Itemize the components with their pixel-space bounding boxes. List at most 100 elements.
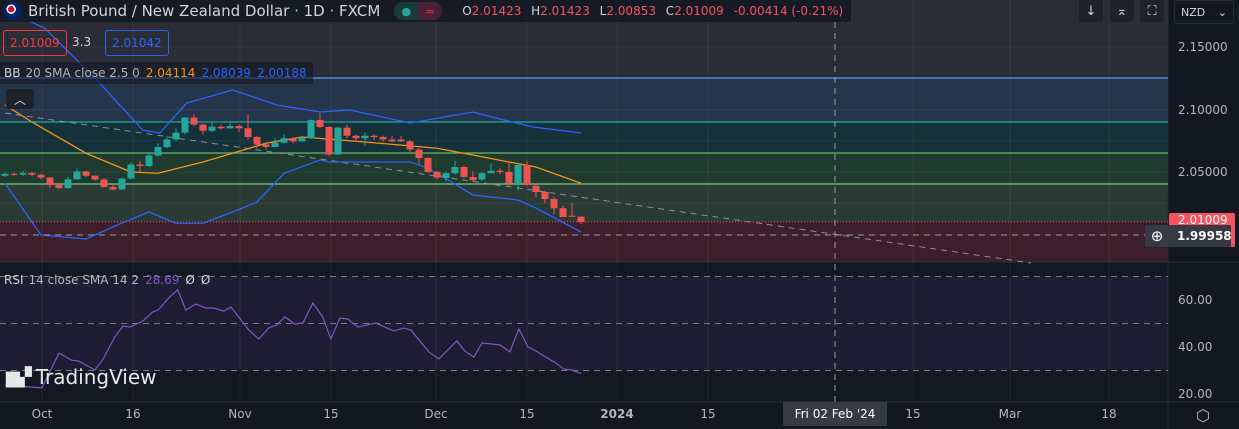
bb-params: 20 SMA close 2.5 0 bbox=[25, 66, 140, 80]
candle-body bbox=[388, 139, 396, 142]
collapse-icon[interactable]: ⌅ bbox=[1109, 0, 1135, 23]
time-tick: 18 bbox=[1101, 407, 1117, 421]
close-value: 2.01009 bbox=[674, 4, 724, 18]
crosshair-date-label: Fri 02 Feb '24 bbox=[783, 402, 887, 426]
open-value: 2.01423 bbox=[471, 4, 522, 18]
candle-body bbox=[298, 138, 306, 142]
high-label: H bbox=[531, 4, 541, 18]
candle bbox=[100, 178, 108, 188]
sell-button[interactable]: 2.01009 bbox=[3, 30, 67, 56]
candle-body bbox=[289, 138, 297, 142]
candle-body bbox=[253, 137, 261, 145]
candle bbox=[325, 125, 333, 156]
candle-body bbox=[505, 172, 513, 184]
time-tick: 15 bbox=[905, 407, 921, 421]
candle-body bbox=[280, 138, 288, 143]
candle bbox=[118, 178, 126, 191]
bb-name: BB bbox=[4, 66, 21, 80]
candle-body bbox=[415, 149, 423, 158]
candle-body bbox=[91, 175, 99, 180]
candle-body bbox=[118, 178, 126, 190]
crosshair-price-label: 1.99958 bbox=[1169, 225, 1232, 247]
candle-body bbox=[100, 179, 108, 187]
price-tick: 2.15000 bbox=[1178, 40, 1228, 54]
rsi-value: 28.69 bbox=[145, 273, 180, 287]
add-alert-plus-icon[interactable]: ⊕ bbox=[1145, 225, 1169, 247]
buy-button[interactable]: 2.01042 bbox=[105, 30, 169, 56]
bb-lower-value: 2.00188 bbox=[257, 66, 307, 80]
rsi-legend[interactable]: RSI 14 close SMA 14 2 28.69 Ø Ø bbox=[0, 271, 216, 289]
candle-body bbox=[442, 173, 450, 178]
candle-body bbox=[487, 170, 495, 174]
candle-body bbox=[82, 171, 90, 176]
candle bbox=[478, 172, 486, 181]
rsi-name: RSI bbox=[4, 273, 24, 287]
status-pill[interactable]: ● ≈ bbox=[394, 2, 443, 20]
candle-body bbox=[316, 120, 324, 127]
candle-body bbox=[136, 164, 144, 166]
bb-basis-value: 2.04114 bbox=[145, 66, 196, 80]
candle-body bbox=[190, 117, 198, 125]
candle bbox=[307, 119, 315, 139]
candle-body bbox=[550, 199, 558, 209]
candle-body bbox=[1, 173, 9, 176]
candle-body bbox=[370, 135, 378, 137]
candle-body bbox=[352, 135, 360, 139]
candle-body bbox=[37, 174, 45, 178]
ohlc-values: O2.01423 H2.01423 L2.00853 C2.01009 -0.0… bbox=[456, 4, 843, 18]
candle-body bbox=[217, 126, 225, 129]
candle-body bbox=[127, 164, 135, 179]
candle-body bbox=[235, 126, 243, 129]
candle-body bbox=[577, 216, 585, 222]
candle-body bbox=[334, 127, 342, 155]
candle-body bbox=[307, 120, 315, 139]
symbol-title[interactable]: British Pound / New Zealand Dollar · 1D … bbox=[28, 2, 380, 20]
candle-body bbox=[10, 173, 18, 175]
candle bbox=[424, 157, 432, 174]
candle-body bbox=[244, 128, 252, 137]
time-tick: 15 bbox=[323, 407, 339, 421]
time-tick: Oct bbox=[31, 407, 53, 421]
time-tick: Dec bbox=[424, 407, 448, 421]
candle-body bbox=[514, 165, 522, 184]
time-tick: Nov bbox=[228, 407, 252, 421]
watermark-text: TradingView bbox=[35, 365, 157, 389]
rsi-tick: 60.00 bbox=[1178, 293, 1213, 307]
rsi-tick: 20.00 bbox=[1178, 387, 1213, 401]
candle bbox=[127, 162, 135, 180]
rsi-params: 14 close SMA 14 2 bbox=[28, 273, 140, 287]
time-tick: 16 bbox=[125, 407, 141, 421]
candle-body bbox=[154, 147, 162, 156]
green-dot-icon: ● bbox=[394, 2, 419, 20]
candle-body bbox=[172, 132, 180, 140]
price-tick: 2.10000 bbox=[1178, 103, 1228, 117]
candle-body bbox=[433, 172, 441, 178]
candle-body bbox=[469, 177, 477, 181]
currency-select[interactable]: NZD ⌄ bbox=[1174, 0, 1234, 24]
candle-body bbox=[46, 177, 54, 186]
candle-body bbox=[262, 144, 270, 147]
candle-body bbox=[55, 185, 63, 188]
collapse-legend-chevron-up-icon[interactable]: ︿ bbox=[6, 89, 34, 109]
price-tick: 2.05000 bbox=[1178, 165, 1228, 179]
change-value: -0.00414 (-0.21%) bbox=[733, 4, 844, 18]
rsi-ma-value: Ø bbox=[185, 273, 195, 287]
candle-body bbox=[271, 142, 279, 147]
candle-body bbox=[145, 155, 153, 166]
candle-body bbox=[199, 124, 207, 131]
fullscreen-icon[interactable]: ⛶ bbox=[1139, 0, 1165, 23]
candle-body bbox=[406, 141, 414, 150]
candle-body bbox=[361, 135, 369, 139]
candle-body bbox=[325, 127, 333, 155]
arrow-down-icon[interactable]: ↓ bbox=[1078, 0, 1104, 23]
close-label: C bbox=[665, 4, 675, 18]
symbol-legend[interactable]: British Pound / New Zealand Dollar · 1D … bbox=[0, 0, 852, 22]
candle-body bbox=[559, 208, 567, 217]
tradingview-logo-icon: ▆▞ bbox=[6, 366, 32, 388]
bb-legend[interactable]: BB 20 SMA close 2.5 0 2.04114 2.08039 2.… bbox=[0, 62, 313, 84]
open-label: O bbox=[462, 4, 472, 18]
candle bbox=[181, 117, 189, 135]
settings-gear-icon[interactable]: ⬡ bbox=[1196, 406, 1210, 425]
time-tick: Mar bbox=[998, 407, 1022, 421]
approx-icon: ≈ bbox=[418, 2, 443, 20]
